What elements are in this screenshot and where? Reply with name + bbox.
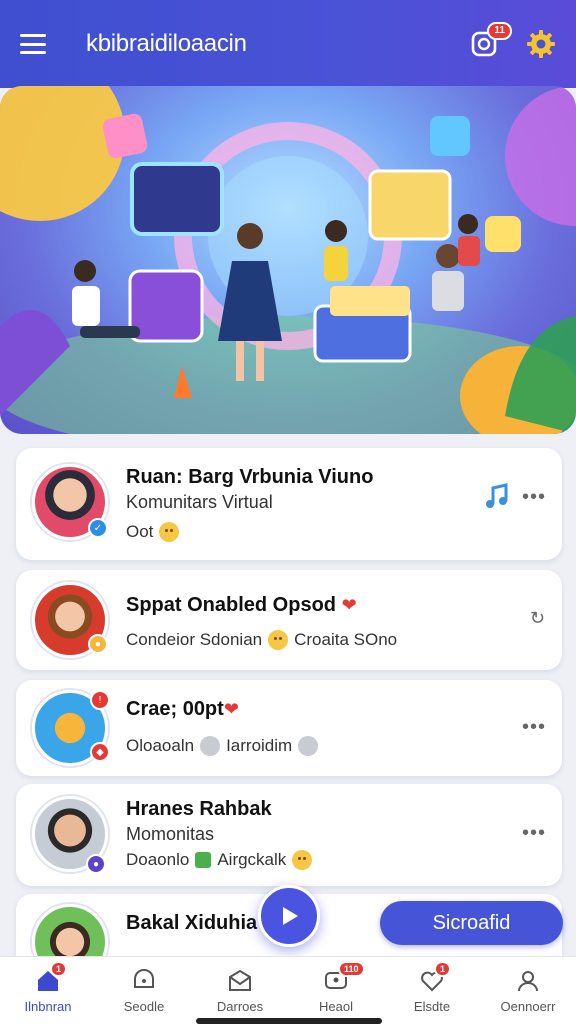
more-options-icon[interactable]: •••	[522, 486, 546, 509]
list-item[interactable]: ! ◆ Crae; 00pt❤ Oloaoaln Iarroidim •••	[16, 680, 562, 776]
profile-icon	[518, 971, 538, 992]
tag-icon	[195, 852, 212, 868]
app-header: kbibraidiloaacin 11	[0, 0, 576, 88]
play-icon	[283, 907, 298, 925]
nav-label: Darroes	[216, 999, 264, 1014]
emoji-icon	[292, 850, 313, 870]
nav-badge: 1	[434, 961, 452, 977]
nav-badge: 1	[50, 961, 68, 977]
notification-badge: 11	[487, 22, 512, 40]
search-icon	[134, 969, 154, 988]
alert-icon: !	[90, 690, 110, 710]
item-title: Ruan: Barg Vrbunia Viuno	[126, 466, 374, 488]
badge-icon: ●	[88, 634, 108, 654]
hero-banner[interactable]	[0, 86, 576, 434]
nav-label: Oennoerr	[500, 999, 556, 1014]
clock-icon	[200, 736, 221, 756]
app-title: kbibraidiloaacin	[86, 30, 247, 57]
item-title: Crae; 00pt	[126, 698, 224, 720]
home-indicator	[196, 1018, 382, 1024]
item-title: Bakal Xiduhia	[126, 912, 258, 934]
list-item[interactable]: ● Hranes Rahbak Momonitas Doaonlo Airgck…	[16, 784, 562, 886]
info-icon	[298, 736, 319, 756]
nav-item-search[interactable]: Seodle	[96, 957, 192, 1024]
emoji-icon	[159, 522, 180, 542]
item-status: Oot	[126, 522, 154, 541]
heart-icon: ❤	[223, 699, 239, 719]
menu-icon[interactable]	[20, 34, 46, 54]
play-button[interactable]	[258, 885, 320, 947]
list-item[interactable]: ● Sppat Onabled Opsod ❤ Condeior Sdonian…	[16, 570, 562, 670]
nav-label: Heaol	[319, 999, 353, 1014]
nav-item-profile[interactable]: Oennoerr	[480, 957, 576, 1024]
music-note-icon[interactable]	[484, 482, 510, 510]
verified-icon: ✓	[88, 518, 108, 538]
nav-label: Ilnbnran	[24, 999, 72, 1014]
item-detail-secondary: Iarroidim	[226, 736, 293, 755]
emoji-icon	[268, 630, 289, 650]
gear-icon[interactable]	[526, 29, 556, 59]
item-detail: Oloaoaln	[126, 736, 195, 755]
more-options-icon[interactable]: •••	[522, 822, 546, 845]
notifications-button[interactable]: 11	[470, 22, 512, 58]
item-detail-secondary: Croaita SOno	[294, 630, 398, 649]
heart-icon: ❤	[341, 595, 357, 615]
list-item[interactable]: ✓ Ruan: Barg Vrbunia Viuno Komunitars Vi…	[16, 448, 562, 560]
nav-item-messages[interactable]: 110 Heaol	[288, 957, 384, 1024]
status-icon: ●	[86, 854, 106, 874]
item-detail: Condeior Sdonian	[126, 630, 263, 649]
more-options-icon[interactable]: •••	[522, 716, 546, 739]
nav-label: Elsdte	[413, 999, 451, 1014]
primary-action-button[interactable]: Sicroafid	[380, 901, 563, 945]
item-detail: Doaonlo	[126, 850, 190, 869]
shield-icon: ◆	[90, 742, 110, 762]
item-subtitle: Momonitas	[126, 824, 215, 844]
hero-illustration	[0, 86, 576, 434]
nav-item-discover[interactable]: Darroes	[192, 957, 288, 1024]
nav-badge: 110	[338, 961, 365, 977]
item-title: Sppat Onabled Opsod	[126, 594, 337, 616]
item-detail-secondary: Airgckalk	[217, 850, 287, 869]
nav-label: Seodle	[123, 999, 165, 1014]
nav-item-favorites[interactable]: 1 Elsdte	[384, 957, 480, 1024]
nav-item-home[interactable]: 1 Ilnbnran	[0, 957, 96, 1024]
envelope-icon	[229, 969, 251, 991]
item-subtitle: Komunitars Virtual	[126, 492, 273, 512]
item-title: Hranes Rahbak	[126, 798, 272, 820]
bottom-nav: 1 Ilnbnran Seodle Darroes 110 Heaol 1 El…	[0, 956, 576, 1024]
refresh-icon[interactable]: ↻	[530, 608, 546, 629]
